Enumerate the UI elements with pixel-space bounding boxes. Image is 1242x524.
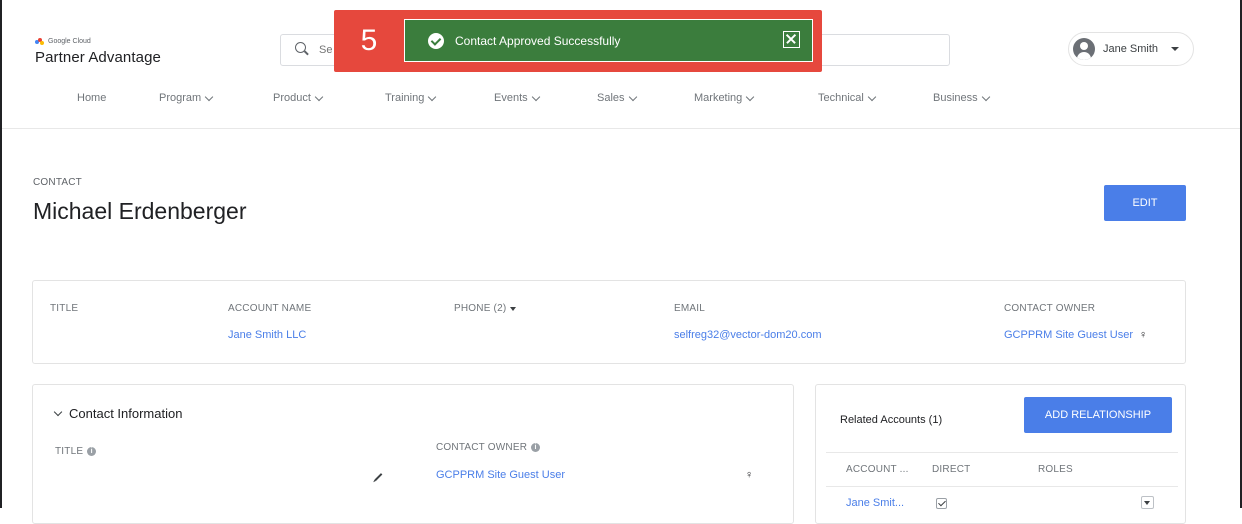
change-owner-icon[interactable]: ♀	[745, 469, 753, 481]
column-header-roles[interactable]: ROLES	[1038, 464, 1073, 475]
field-label: CONTACT OWNER	[436, 442, 528, 453]
google-cloud-label: Google Cloud	[48, 37, 91, 45]
account-link[interactable]: Jane Smit...	[846, 497, 904, 509]
check-circle-icon	[428, 32, 444, 49]
field-label: TITLE	[50, 303, 79, 314]
account-link[interactable]: Jane Smith LLC	[228, 329, 311, 341]
related-accounts-title: Related Accounts (1)	[840, 414, 943, 426]
nav-item-events[interactable]: Events	[494, 92, 540, 104]
nav-item-label: Home	[77, 92, 107, 104]
chevron-down-icon	[428, 92, 437, 101]
column-header-account[interactable]: ACCOUNT ...	[846, 464, 909, 475]
nav-item-label: Product	[273, 92, 311, 104]
toast-message: Contact Approved Successfully	[455, 33, 621, 48]
highlights-panel: TITLE ACCOUNT NAME Jane Smith LLC PHONE …	[32, 280, 1186, 364]
nav-item-sales[interactable]: Sales	[597, 92, 637, 104]
chevron-down-icon	[204, 92, 214, 101]
close-icon[interactable]	[783, 31, 800, 48]
search-icon[interactable]	[295, 42, 306, 53]
nav-item-label: Business	[933, 92, 978, 104]
highlight-title: TITLE	[50, 303, 78, 329]
highlight-account-name: ACCOUNT NAME Jane Smith LLC	[228, 303, 311, 341]
nav-item-technical[interactable]: Technical	[818, 92, 877, 104]
info-icon[interactable]: i	[531, 443, 541, 452]
column-header-direct[interactable]: DIRECT	[932, 464, 970, 475]
chevron-down-icon	[867, 92, 877, 101]
contact-owner-field-label: CONTACT OWNER i	[436, 442, 541, 453]
object-label: CONTACT	[33, 177, 82, 188]
nav-item-label: Marketing	[694, 92, 743, 104]
field-label: TITLE	[55, 446, 84, 457]
info-icon[interactable]: i	[87, 447, 97, 456]
chevron-down-icon	[746, 92, 755, 101]
contact-information-card: Contact Information TITLE i CONTACT OWNE…	[32, 384, 794, 524]
brand-name: Partner Advantage	[35, 49, 161, 66]
highlight-phone: PHONE (2)	[454, 303, 517, 314]
owner-link[interactable]: GCPPRM Site Guest User	[436, 469, 565, 481]
chevron-down-icon	[628, 92, 637, 101]
avatar-icon	[1073, 38, 1095, 60]
divider	[826, 486, 1178, 487]
pencil-icon[interactable]	[374, 473, 383, 481]
google-cloud-logo: Google Cloud	[35, 36, 161, 46]
field-label: EMAIL	[674, 303, 706, 314]
nav-item-label: Events	[494, 92, 528, 104]
step-number: 5	[360, 24, 378, 57]
chevron-down-icon	[981, 92, 990, 101]
section-title: Contact Information	[69, 406, 183, 421]
change-owner-icon[interactable]: ♀	[1139, 329, 1147, 341]
nav-item-label: Technical	[818, 92, 864, 104]
related-accounts-card: Related Accounts (1) ADD RELATIONSHIP AC…	[815, 384, 1186, 524]
direct-checkbox	[936, 498, 947, 509]
google-cloud-icon	[35, 37, 44, 45]
step-callout: 5 Contact Approved Successfully	[334, 10, 822, 72]
chevron-down-icon	[314, 92, 324, 101]
field-label: CONTACT OWNER	[1004, 303, 1096, 314]
email-link[interactable]: selfreg32@vector-dom20.com	[674, 329, 822, 341]
owner-value: GCPPRM Site Guest User ♀	[1004, 329, 1147, 341]
nav-item-marketing[interactable]: Marketing	[694, 92, 755, 104]
success-toast: Contact Approved Successfully	[404, 19, 813, 62]
nav-item-label: Sales	[597, 92, 625, 104]
owner-link[interactable]: GCPPRM Site Guest User	[1004, 329, 1133, 341]
main-nav: Home Program Product Training Events Sal…	[2, 92, 1240, 112]
field-label: PHONE (2)	[454, 303, 507, 314]
nav-item-business[interactable]: Business	[933, 92, 990, 104]
divider	[826, 452, 1178, 453]
phone-dropdown[interactable]: PHONE (2)	[454, 303, 517, 314]
chevron-down-icon	[1171, 47, 1180, 51]
highlight-email: EMAIL selfreg32@vector-dom20.com	[674, 303, 822, 341]
field-label: ACCOUNT NAME	[228, 303, 312, 314]
row-actions-menu[interactable]	[1141, 496, 1154, 509]
add-relationship-button[interactable]: ADD RELATIONSHIP	[1024, 397, 1172, 433]
nav-item-training[interactable]: Training	[385, 92, 437, 104]
nav-item-program[interactable]: Program	[159, 92, 214, 104]
nav-item-label: Training	[385, 92, 425, 104]
record-title: Michael Erdenberger	[33, 198, 247, 224]
edit-button[interactable]: EDIT	[1104, 185, 1186, 221]
user-menu[interactable]: Jane Smith	[1068, 32, 1194, 66]
chevron-down-icon	[53, 407, 63, 416]
section-toggle[interactable]: Contact Information	[53, 406, 183, 421]
nav-item-label: Program	[159, 92, 202, 104]
chevron-down-icon	[531, 92, 540, 101]
brand-logo[interactable]: Google Cloud Partner Advantage	[35, 36, 161, 66]
title-field-label: TITLE i	[55, 446, 97, 457]
user-name: Jane Smith	[1103, 43, 1159, 55]
highlight-contact-owner: CONTACT OWNER GCPPRM Site Guest User ♀	[1004, 303, 1147, 341]
chevron-down-icon	[510, 306, 517, 311]
nav-item-product[interactable]: Product	[273, 92, 324, 104]
nav-item-home[interactable]: Home	[77, 92, 106, 104]
